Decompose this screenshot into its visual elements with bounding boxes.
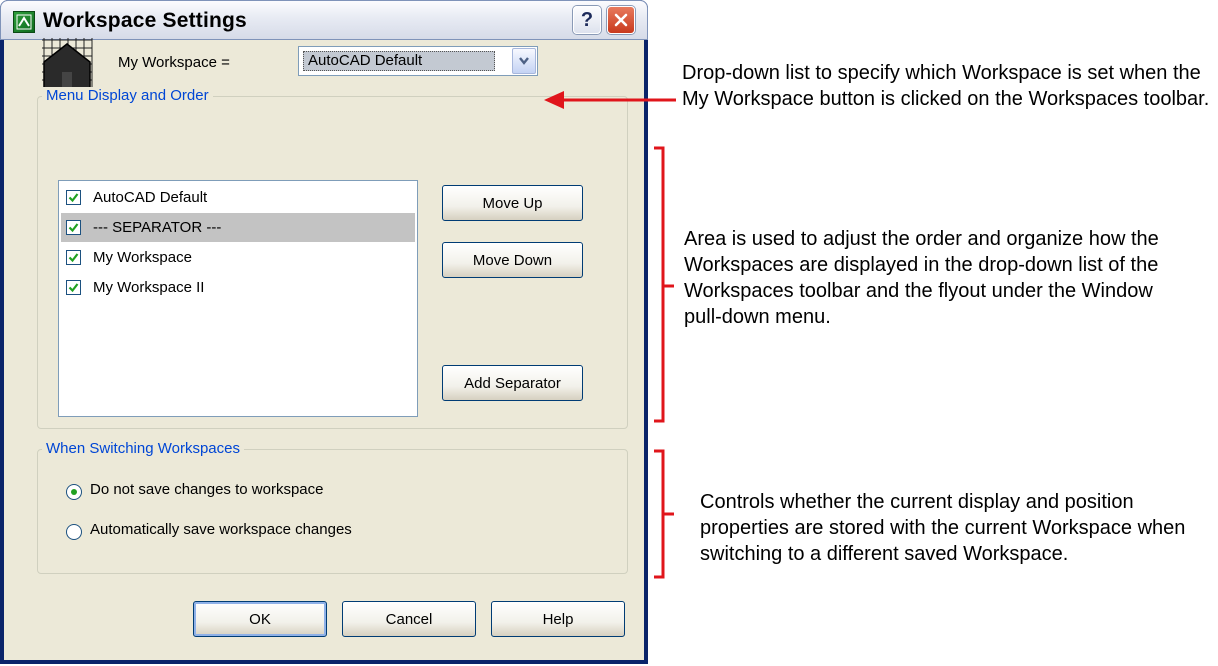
menu-group-annotation: Area is used to adjust the order and org… [684,228,1159,328]
dropdown-arrow-pointer [544,91,676,109]
switch-group-annotation: Controls whether the current display and… [700,491,1186,565]
menu-group-bracket [654,146,674,423]
dropdown-annotation: Drop-down list to specify which Workspac… [682,62,1210,110]
switch-group-bracket [654,449,674,579]
